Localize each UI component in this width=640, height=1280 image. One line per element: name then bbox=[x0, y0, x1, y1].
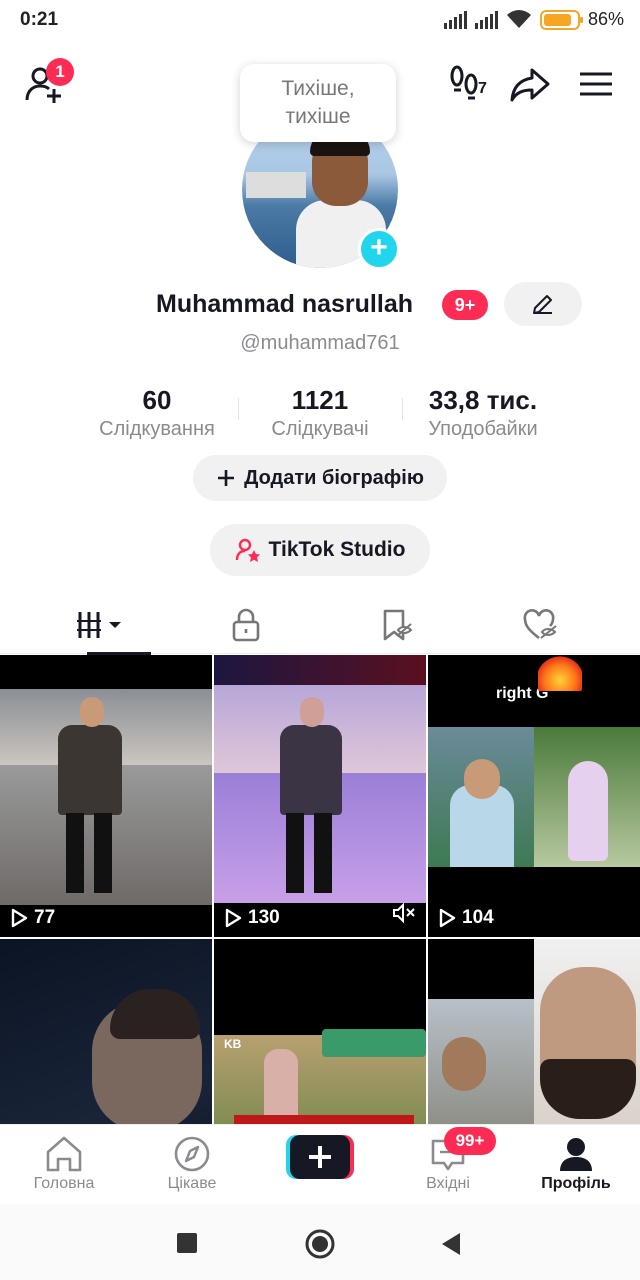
add-friend-badge: 1 bbox=[46, 58, 74, 86]
tiktok-studio-button[interactable]: TikTok Studio bbox=[210, 524, 430, 576]
recents-icon[interactable] bbox=[176, 1232, 198, 1254]
share-icon bbox=[510, 68, 550, 102]
plus-icon bbox=[286, 1135, 354, 1179]
divider bbox=[402, 398, 403, 420]
video-thumbnail[interactable] bbox=[0, 939, 212, 1125]
tab-videos[interactable] bbox=[20, 596, 180, 655]
profile-stats: 60 Слідкування 1121 Слідкувачі 33,8 тис.… bbox=[0, 384, 640, 444]
view-count: 77 bbox=[10, 907, 55, 929]
add-friend-button[interactable]: 1 bbox=[24, 58, 74, 106]
nav-profile[interactable]: Профіль bbox=[512, 1133, 640, 1193]
edit-profile-button[interactable] bbox=[504, 282, 582, 326]
play-icon bbox=[439, 908, 456, 928]
nav-home-label: Головна bbox=[33, 1175, 95, 1192]
nav-home[interactable]: Головна bbox=[0, 1133, 128, 1193]
video-thumbnail[interactable]: 130 bbox=[214, 655, 426, 937]
studio-user-star-icon bbox=[235, 538, 260, 562]
nav-inbox-label: Вхідні bbox=[426, 1175, 470, 1192]
bookmark-hidden-icon bbox=[383, 609, 413, 641]
profile-icon bbox=[560, 1138, 592, 1171]
profile-handle: @muhammad761 bbox=[240, 332, 400, 354]
hamburger-icon bbox=[580, 72, 612, 96]
muted-icon bbox=[392, 902, 416, 929]
profile-tabs bbox=[0, 596, 640, 655]
play-icon bbox=[11, 908, 28, 928]
followers-count: 1121 bbox=[291, 385, 349, 415]
footprints-count: 7 bbox=[478, 80, 487, 97]
tooltip-line-2: тихіше bbox=[285, 105, 351, 128]
video-grid: 77 130 right G 104 KB bbox=[0, 655, 640, 1125]
clock: 0:21 bbox=[20, 9, 59, 30]
likes-label: Уподобайки bbox=[428, 418, 538, 440]
system-navigation-bar bbox=[0, 1204, 640, 1280]
view-count: 130 bbox=[224, 907, 280, 929]
view-count: 104 bbox=[438, 907, 494, 929]
plus-icon bbox=[218, 470, 235, 486]
divider bbox=[238, 398, 239, 420]
stat-following[interactable]: 60 Слідкування bbox=[92, 384, 222, 442]
studio-label: TikTok Studio bbox=[268, 538, 406, 561]
likes-count: 33,8 тис. bbox=[428, 385, 538, 415]
battery-percent: 86% bbox=[587, 9, 624, 29]
menu-button[interactable] bbox=[574, 62, 618, 106]
tab-liked[interactable] bbox=[460, 596, 620, 654]
inbox-badge: 99+ bbox=[444, 1127, 496, 1155]
grid-bars-icon bbox=[77, 612, 121, 638]
name-row: Muhammad nasrullah 9+ bbox=[0, 282, 640, 326]
video-thumbnail[interactable]: KB bbox=[214, 939, 426, 1125]
status-tooltip[interactable]: Тихіше, тихіше bbox=[240, 64, 396, 142]
compass-icon bbox=[174, 1136, 210, 1172]
video-thumbnail[interactable]: 77 bbox=[0, 655, 212, 937]
create-button[interactable] bbox=[286, 1135, 354, 1179]
add-bio-button[interactable]: Додати біографію bbox=[193, 455, 447, 501]
tab-saved[interactable] bbox=[316, 596, 476, 654]
home-button-icon[interactable] bbox=[304, 1228, 336, 1260]
share-profile-button[interactable] bbox=[508, 62, 552, 106]
pencil-icon bbox=[533, 295, 552, 314]
back-icon[interactable] bbox=[438, 1230, 464, 1258]
stat-likes[interactable]: 33,8 тис. Уподобайки bbox=[416, 384, 550, 442]
following-label: Слідкування bbox=[99, 418, 215, 440]
followers-label: Слідкувачі bbox=[271, 418, 369, 440]
name-badge[interactable]: 9+ bbox=[442, 290, 488, 320]
status-bar: 0:21 86% bbox=[0, 0, 640, 40]
nav-discover[interactable]: Цікаве bbox=[128, 1133, 256, 1193]
wifi-icon bbox=[506, 9, 531, 28]
overlay-text: KB bbox=[224, 1037, 242, 1051]
home-icon bbox=[46, 1136, 82, 1172]
video-thumbnail[interactable]: right G 104 bbox=[428, 655, 640, 937]
signal-icon bbox=[443, 10, 467, 29]
signal-icon-2 bbox=[474, 10, 498, 29]
stat-followers[interactable]: 1121 Слідкувачі bbox=[262, 384, 378, 442]
lock-icon bbox=[232, 608, 260, 642]
nav-profile-label: Профіль bbox=[541, 1175, 611, 1192]
fire-icon bbox=[538, 655, 582, 691]
add-photo-plus-icon[interactable]: + bbox=[358, 228, 400, 270]
nav-discover-label: Цікаве bbox=[167, 1175, 217, 1192]
tab-private[interactable] bbox=[166, 596, 326, 654]
battery-icon bbox=[539, 9, 583, 30]
heart-hidden-icon bbox=[523, 609, 557, 640]
following-count: 60 bbox=[142, 385, 172, 415]
add-bio-label: Додати біографію bbox=[244, 466, 424, 489]
tooltip-line-1: Тихіше, bbox=[281, 77, 355, 100]
status-icons: 86% bbox=[443, 9, 624, 30]
profile-name: Muhammad nasrullah bbox=[156, 290, 413, 318]
video-thumbnail[interactable] bbox=[428, 939, 640, 1125]
profile-views-button[interactable]: 7 bbox=[448, 62, 492, 106]
bottom-navigation: Головна Цікаве Вхідні 99+ Профіль bbox=[0, 1124, 640, 1204]
play-icon bbox=[225, 908, 242, 928]
